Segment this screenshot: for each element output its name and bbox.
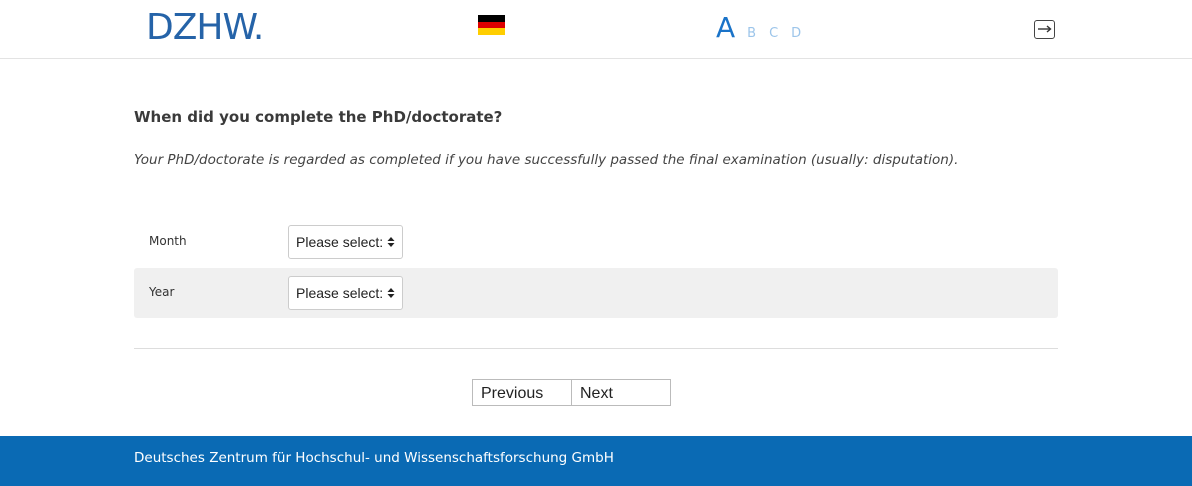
year-select[interactable]: Please select:: [288, 276, 403, 310]
navigation-buttons: Previous Next: [472, 379, 671, 406]
year-row: Year Please select:: [134, 268, 1058, 318]
previous-button[interactable]: Previous: [472, 379, 572, 406]
font-size-a[interactable]: A: [716, 12, 735, 44]
font-size-d[interactable]: D: [791, 26, 801, 41]
year-select-value: Please select:: [296, 285, 384, 301]
select-arrows-icon: [387, 288, 395, 298]
german-flag-icon[interactable]: [478, 15, 505, 35]
month-select[interactable]: Please select:: [288, 225, 403, 259]
month-label: Month: [149, 234, 187, 248]
month-row: Month Please select:: [134, 217, 1058, 267]
year-label: Year: [149, 285, 175, 299]
logout-icon[interactable]: [1034, 20, 1055, 39]
font-size-b[interactable]: B: [747, 26, 756, 41]
header: DZHW. A B C D: [0, 0, 1192, 59]
month-select-value: Please select:: [296, 234, 384, 250]
dzhw-logo[interactable]: DZHW.: [146, 8, 264, 48]
footer-text: Deutsches Zentrum für Hochschul- und Wis…: [134, 450, 614, 466]
next-button[interactable]: Next: [572, 379, 671, 406]
question-hint: Your PhD/doctorate is regarded as comple…: [134, 152, 959, 168]
font-size-c[interactable]: C: [769, 26, 778, 41]
divider: [134, 348, 1058, 349]
font-size-switcher: A B C D: [716, 12, 814, 44]
footer: Deutsches Zentrum für Hochschul- und Wis…: [0, 436, 1192, 486]
select-arrows-icon: [387, 237, 395, 247]
question-title: When did you complete the PhD/doctorate?: [134, 108, 503, 126]
